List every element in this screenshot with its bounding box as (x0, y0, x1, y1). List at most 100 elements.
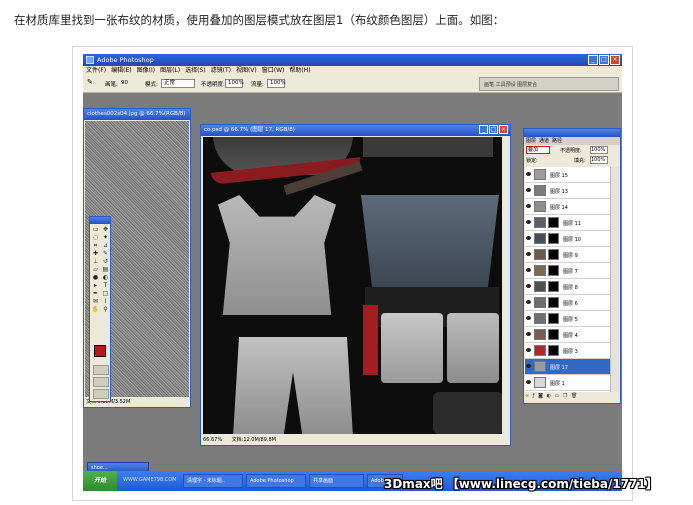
shape-tool-icon[interactable]: □ (101, 290, 110, 297)
tab-layers[interactable]: 图层 (526, 137, 536, 145)
move-tool-icon[interactable]: ✥ (101, 226, 110, 233)
lasso-tool-icon[interactable]: ◌ (91, 234, 100, 241)
eye-icon[interactable] (526, 300, 531, 304)
menu-edit[interactable]: 编辑(E) (111, 66, 131, 76)
eraser-tool-icon[interactable]: ▱ (91, 266, 100, 273)
marquee-tool-icon[interactable]: ▭ (91, 226, 100, 233)
hand-tool-icon[interactable]: ✋ (91, 306, 100, 313)
doc-maximize-button[interactable]: □ (489, 125, 498, 134)
layer-row[interactable]: 图层 10 (525, 231, 612, 247)
layer-style-icon[interactable]: ƒ (533, 393, 536, 399)
layer-row[interactable]: 图层 15 (525, 167, 612, 183)
taskbar-item-photoshop[interactable]: Adobe Photoshop (246, 474, 306, 488)
brush-tool-icon[interactable]: ✎ (101, 250, 110, 257)
eye-icon[interactable] (526, 236, 531, 240)
eyedropper-icon[interactable]: ⌇ (101, 298, 110, 305)
menu-filter[interactable]: 滤镜(T) (211, 66, 231, 76)
glove-part (433, 392, 502, 434)
eye-icon[interactable] (526, 268, 531, 272)
blur-tool-icon[interactable]: ● (91, 274, 100, 281)
menu-window[interactable]: 窗口(W) (262, 66, 285, 76)
layer-row[interactable]: 图层 4 (525, 327, 612, 343)
delete-layer-icon[interactable]: 🗑 (571, 393, 578, 399)
minimize-button[interactable]: _ (588, 55, 598, 65)
menu-help[interactable]: 帮助(H) (289, 66, 310, 76)
healing-brush-icon[interactable]: ✚ (91, 250, 100, 257)
zoom-tool-icon[interactable]: ⚲ (101, 306, 110, 313)
layer-row[interactable]: 图层 17 (525, 359, 612, 375)
eye-icon[interactable] (526, 316, 531, 320)
layer-row[interactable]: 图层 13 (525, 183, 612, 199)
history-brush-icon[interactable]: ↺ (101, 258, 110, 265)
screen-mode-icon[interactable] (93, 377, 109, 387)
brush-tool-icon[interactable]: ✎ (87, 78, 93, 86)
gradient-tool-icon[interactable]: ▤ (101, 266, 110, 273)
tab-channels[interactable]: 通道 (539, 137, 549, 145)
dodge-tool-icon[interactable]: ◐ (101, 274, 110, 281)
eye-icon[interactable] (526, 220, 531, 224)
mode-select[interactable]: 正常 (161, 79, 195, 88)
layer-list-scrollbar[interactable] (610, 167, 619, 392)
doc-close-button[interactable]: × (499, 125, 508, 134)
taskbar-item[interactable]: 清理字 · 未标题.. (183, 474, 243, 488)
doc-minimize-button[interactable]: _ (479, 125, 488, 134)
brush-size[interactable]: 90 (121, 80, 128, 86)
uv-texture-canvas[interactable] (203, 137, 502, 434)
link-layers-icon[interactable]: ∞ (525, 393, 530, 399)
eye-icon[interactable] (526, 172, 531, 176)
eye-icon[interactable] (526, 284, 531, 288)
layer-row[interactable]: 图层 3 (525, 343, 612, 359)
menu-view[interactable]: 视图(V) (236, 66, 257, 76)
close-button[interactable]: × (610, 55, 620, 65)
flow-input[interactable]: 100% (267, 79, 286, 88)
layer-row[interactable]: 图层 1 (525, 375, 612, 391)
path-select-icon[interactable]: ▸ (91, 282, 100, 289)
menu-file[interactable]: 文件(F) (86, 66, 106, 76)
magic-wand-icon[interactable]: ✦ (101, 234, 110, 241)
maximize-button[interactable]: □ (599, 55, 609, 65)
adjustment-layer-icon[interactable]: ◐ (547, 393, 552, 399)
eye-icon[interactable] (526, 364, 531, 368)
start-button[interactable]: 开始 (83, 471, 117, 491)
notes-tool-icon[interactable]: ✉ (91, 298, 100, 305)
zoom-level[interactable]: 66.67% (203, 437, 222, 443)
eye-icon[interactable] (526, 332, 531, 336)
quick-mask-icon[interactable] (93, 365, 109, 375)
type-tool-icon[interactable]: T (101, 282, 110, 289)
new-layer-icon[interactable]: ❐ (563, 393, 568, 399)
crop-tool-icon[interactable]: ⌗ (91, 242, 100, 249)
eye-icon[interactable] (526, 188, 531, 192)
add-mask-icon[interactable]: ◙ (538, 393, 544, 399)
pen-tool-icon[interactable]: ✒ (91, 290, 100, 297)
layers-panel-title[interactable] (524, 129, 620, 137)
texture-doc-title[interactable]: clothes002s04.jpg @ 66.7%(RGB/8) (84, 109, 190, 120)
tab-paths[interactable]: 路径 (552, 137, 562, 145)
eye-icon[interactable] (526, 380, 531, 384)
eye-icon[interactable] (526, 204, 531, 208)
layer-row[interactable]: 图层 6 (525, 295, 612, 311)
menu-select[interactable]: 选择(S) (185, 66, 206, 76)
layer-opacity-input[interactable]: 100% (590, 146, 608, 154)
tools-panel-title[interactable] (90, 217, 110, 224)
layer-row[interactable]: 图层 5 (525, 311, 612, 327)
blend-mode-select[interactable]: 叠加 (526, 146, 550, 154)
stamp-tool-icon[interactable]: ⊥ (91, 258, 100, 265)
eye-icon[interactable] (526, 348, 531, 352)
layer-row[interactable]: 图层 9 (525, 247, 612, 263)
menu-image[interactable]: 图像(I) (137, 66, 155, 76)
layer-row[interactable]: 图层 8 (525, 279, 612, 295)
opacity-input[interactable]: 100% (225, 79, 244, 88)
main-doc-title[interactable]: co.psd @ 66.7% (图层 17, RGB/8) _ □ × (201, 125, 510, 136)
layer-row[interactable]: 图层 7 (525, 263, 612, 279)
foreground-color-swatch[interactable] (94, 345, 106, 357)
new-group-icon[interactable]: ▭ (555, 393, 561, 399)
jump-to-imageready-icon[interactable] (93, 389, 109, 399)
layer-row[interactable]: 图层 11 (525, 215, 612, 231)
menu-layer[interactable]: 图层(L) (160, 66, 180, 76)
taskbar-item[interactable]: 共享画面 (309, 474, 364, 488)
layer-row[interactable]: 图层 14 (525, 199, 612, 215)
eye-icon[interactable] (526, 252, 531, 256)
slice-tool-icon[interactable]: ⊿ (101, 242, 110, 249)
panel-well[interactable]: 画笔 工具预设 图层复合 (479, 77, 619, 91)
fill-input[interactable]: 100% (590, 156, 608, 164)
